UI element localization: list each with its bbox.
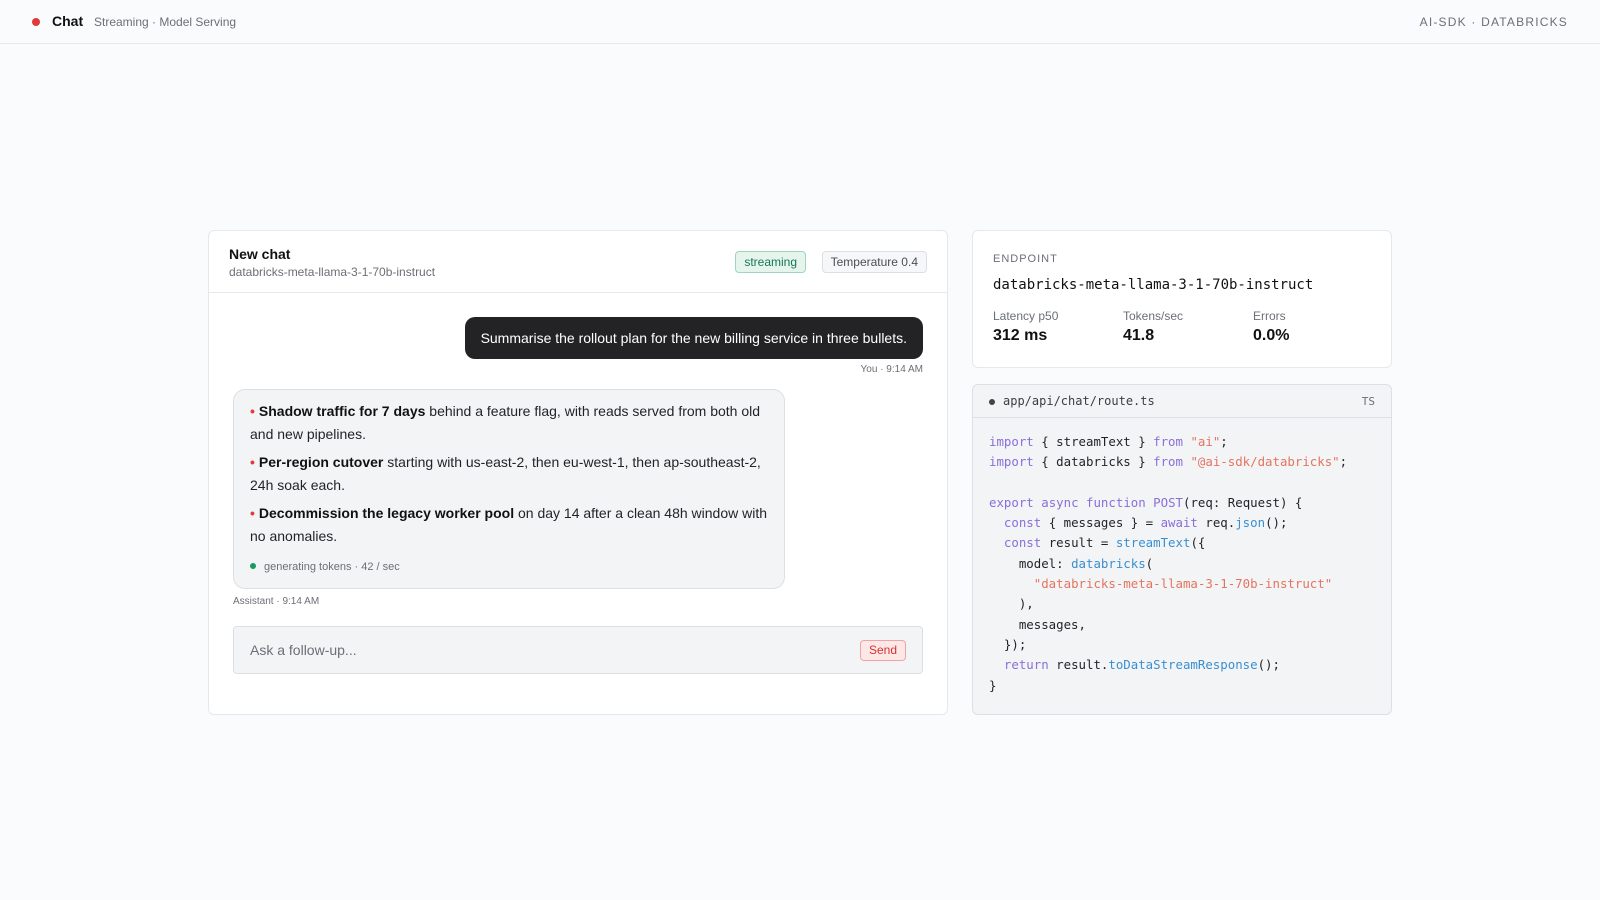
chat-header: New chat databricks-meta-llama-3-1-70b-i… bbox=[209, 231, 947, 293]
code-text: { databricks } bbox=[1033, 454, 1154, 470]
code-text: result = bbox=[1041, 535, 1116, 551]
code-line: "databricks-meta-llama-3-1-70b-instruct" bbox=[989, 574, 1347, 594]
code-text: (req: Request) { bbox=[1183, 494, 1303, 510]
bullet-heading: Per-region cutover bbox=[258, 454, 384, 470]
code-function: databricks bbox=[1071, 555, 1146, 571]
metric-tokens: Tokens/sec 41.8 bbox=[1123, 309, 1183, 345]
code-line: }); bbox=[989, 635, 1347, 655]
code-line: messages, bbox=[989, 615, 1347, 635]
app-subtitle: Streaming · Model Serving bbox=[94, 15, 237, 29]
send-button[interactable]: Send bbox=[859, 640, 906, 661]
bullet-dot-icon: • bbox=[250, 505, 255, 521]
list-item: • Decommission the legacy worker pool on … bbox=[250, 502, 768, 548]
metric-label: Errors bbox=[1253, 309, 1286, 323]
chat-panel: New chat databricks-meta-llama-3-1-70b-i… bbox=[208, 230, 948, 715]
code-panel: app/api/chat/route.ts TS import { stream… bbox=[972, 384, 1392, 715]
composer: Send bbox=[233, 626, 923, 674]
code-line: import { streamText } from "ai"; bbox=[989, 432, 1347, 452]
code-keyword: const bbox=[1003, 515, 1042, 531]
code-text: }); bbox=[989, 636, 1027, 652]
app-title: Chat bbox=[52, 13, 84, 29]
code-header: app/api/chat/route.ts TS bbox=[973, 385, 1391, 418]
language-label: TS bbox=[1361, 395, 1375, 408]
code-line: const { messages } = await req.json(); bbox=[989, 513, 1347, 533]
code-text: ( bbox=[1145, 555, 1154, 571]
code-function: streamText bbox=[1115, 535, 1191, 551]
chat-title: New chat bbox=[229, 246, 291, 262]
code-block: import { streamText } from "ai"; import {… bbox=[989, 432, 1347, 696]
streaming-badge: streaming bbox=[735, 251, 806, 273]
code-keyword: return bbox=[1003, 657, 1049, 673]
code-text: (); bbox=[1257, 657, 1280, 673]
bullet-heading: Shadow traffic for 7 days bbox=[258, 403, 426, 419]
assistant-message-bubble: • Shadow traffic for 7 days behind a feat… bbox=[233, 389, 785, 589]
metric-label: Latency p50 bbox=[993, 309, 1059, 323]
code-string: "ai" bbox=[1190, 434, 1221, 449]
code-text: model: bbox=[989, 555, 1072, 571]
code-string: "databricks-meta-llama-3-1-70b-instruct" bbox=[1033, 576, 1333, 592]
code-text: req. bbox=[1197, 515, 1236, 531]
code-keyword: async bbox=[1041, 494, 1079, 510]
temperature-badge: Temperature 0.4 bbox=[821, 251, 927, 273]
code-function: toDataStreamResponse bbox=[1108, 657, 1258, 673]
user-message-meta: You · 9:14 AM bbox=[860, 364, 923, 375]
bullet-heading: Decommission the legacy worker pool bbox=[258, 505, 515, 521]
code-keyword: const bbox=[1003, 535, 1042, 551]
code-function: json bbox=[1235, 515, 1266, 531]
metric-label: Tokens/sec bbox=[1123, 309, 1184, 323]
user-message-bubble: Summarise the rollout plan for the new b… bbox=[464, 317, 923, 359]
code-keyword: from bbox=[1153, 454, 1183, 470]
assistant-message-meta: Assistant · 9:14 AM bbox=[233, 596, 320, 607]
file-dot-icon bbox=[989, 399, 995, 405]
code-text: } bbox=[989, 677, 997, 693]
generation-status-text: generating tokens · 42 / sec bbox=[264, 561, 400, 573]
metric-latency: Latency p50 312 ms bbox=[993, 309, 1058, 345]
code-line: export async function POST(req: Request)… bbox=[989, 493, 1347, 513]
code-string: "@ai-sdk/databricks" bbox=[1190, 454, 1340, 470]
file-path: app/api/chat/route.ts bbox=[1003, 394, 1155, 408]
code-line: const result = streamText({ bbox=[989, 533, 1347, 553]
code-text: (); bbox=[1265, 515, 1288, 531]
endpoint-name: databricks-meta-llama-3-1-70b-instruct bbox=[993, 277, 1314, 293]
metric-value: 41.8 bbox=[1123, 327, 1155, 344]
metric-errors: Errors 0.0% bbox=[1253, 309, 1289, 345]
code-function: POST bbox=[1153, 494, 1184, 510]
bullet-dot-icon: • bbox=[250, 403, 255, 419]
status-dot-icon bbox=[32, 18, 40, 26]
code-keyword: import bbox=[989, 434, 1034, 449]
endpoint-panel: ENDPOINT databricks-meta-llama-3-1-70b-i… bbox=[972, 230, 1392, 368]
list-item: • Shadow traffic for 7 days behind a feat… bbox=[250, 400, 768, 446]
code-keyword: export bbox=[989, 494, 1034, 510]
chat-model-name: databricks-meta-llama-3-1-70b-instruct bbox=[229, 265, 436, 279]
code-line: import { databricks } from "@ai-sdk/data… bbox=[989, 452, 1347, 472]
list-item: • Per-region cutover starting with us-eas… bbox=[250, 451, 768, 497]
code-text: ; bbox=[1220, 434, 1228, 449]
code-line: return result.toDataStreamResponse(); bbox=[989, 655, 1347, 675]
code-text: { streamText } bbox=[1033, 434, 1154, 449]
metric-value: 312 ms bbox=[993, 327, 1048, 344]
code-keyword: function bbox=[1086, 494, 1146, 510]
bullet-dot-icon: • bbox=[250, 454, 255, 470]
generation-status: generating tokens · 42 / sec bbox=[250, 561, 400, 573]
code-keyword: await bbox=[1160, 515, 1198, 531]
code-text: ), bbox=[989, 596, 1034, 612]
code-text: messages, bbox=[989, 616, 1086, 632]
top-bar: Chat Streaming · Model Serving AI-SDK · … bbox=[0, 0, 1600, 44]
follow-up-input[interactable] bbox=[250, 627, 830, 673]
endpoint-label: ENDPOINT bbox=[993, 253, 1058, 265]
code-line: model: databricks( bbox=[989, 554, 1347, 574]
code-text: result. bbox=[1048, 657, 1109, 673]
code-keyword: from bbox=[1153, 434, 1183, 449]
generating-dot-icon bbox=[250, 563, 256, 569]
code-keyword: import bbox=[989, 454, 1034, 470]
brand-label: AI-SDK · DATABRICKS bbox=[1419, 15, 1568, 29]
code-line: } bbox=[989, 676, 1347, 696]
code-text: ; bbox=[1339, 454, 1348, 470]
code-text: { messages } = bbox=[1041, 515, 1161, 531]
code-line: ), bbox=[989, 594, 1347, 614]
metric-value: 0.0% bbox=[1253, 327, 1290, 344]
code-text: ({ bbox=[1190, 535, 1206, 551]
